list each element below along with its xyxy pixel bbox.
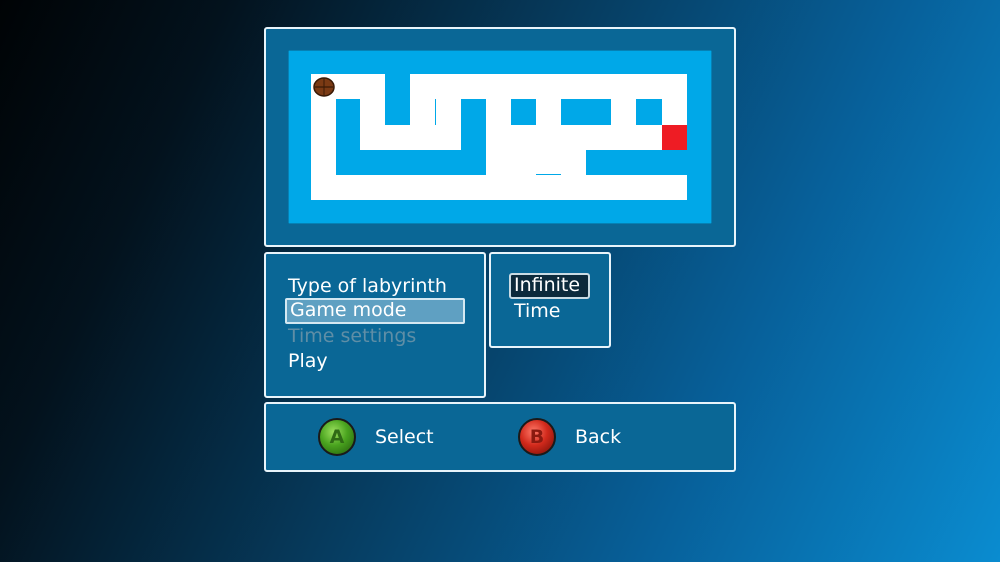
menu-item-type-of-labyrinth[interactable]: Type of labyrinth [285,274,450,300]
option-infinite[interactable]: Infinite [509,273,590,299]
select-label: Select [375,426,434,448]
back-label: Back [575,426,622,448]
menu-item-play[interactable]: Play [285,349,331,375]
goal-square-icon [662,125,687,150]
menu-item-game-mode[interactable]: Game mode [285,298,465,324]
maze-preview [288,50,712,224]
player-ball-icon [313,77,335,97]
b-button-icon: B [518,418,556,456]
menu-item-time-settings: Time settings [288,325,417,347]
option-time[interactable]: Time [511,299,564,325]
maze-paths [311,74,687,200]
a-button-icon: A [318,418,356,456]
